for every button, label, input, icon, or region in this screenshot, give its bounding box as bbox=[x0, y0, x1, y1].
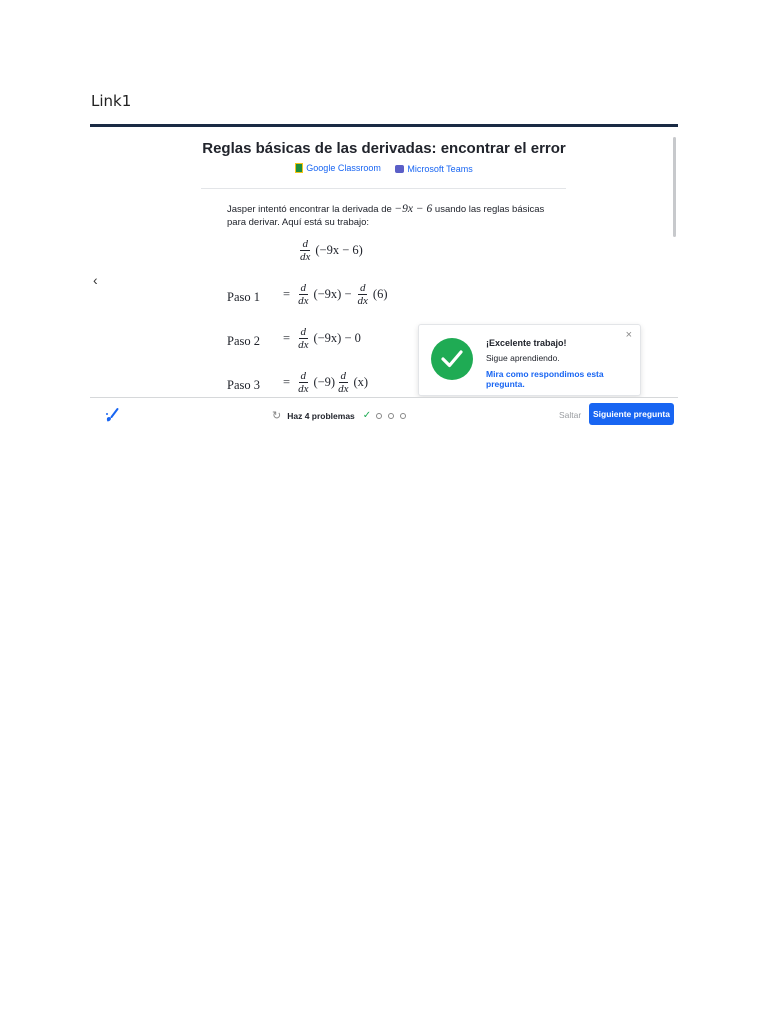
exercise-title: Reglas básicas de las derivadas: encontr… bbox=[202, 140, 566, 157]
success-toast: ¡Excelente trabajo! Sigue aprendiendo. M… bbox=[418, 324, 641, 396]
progress-label: Haz 4 problemas bbox=[287, 410, 355, 421]
derivative-operator: d dx bbox=[338, 370, 349, 395]
google-classroom-icon bbox=[295, 163, 304, 173]
microsoft-teams-label: Microsoft Teams bbox=[407, 164, 473, 174]
next-question-button[interactable]: Siguiente pregunta bbox=[589, 403, 674, 425]
progress-indicator: ↻ Haz 4 problemas ✓ bbox=[272, 409, 412, 422]
document-link-label: Link1 bbox=[91, 92, 132, 110]
derivative-operator: d dx bbox=[357, 282, 368, 307]
exercise-screenshot: ‹ Reglas básicas de las derivadas: encon… bbox=[90, 124, 678, 434]
exercise-content: ‹ Reglas básicas de las derivadas: encon… bbox=[90, 127, 678, 398]
step-2-expression: = d dx (−9x) − 0 bbox=[283, 326, 361, 351]
toast-subtitle: Sigue aprendiendo. bbox=[486, 353, 560, 363]
checkmark-icon bbox=[431, 338, 473, 380]
divider bbox=[201, 188, 566, 189]
google-classroom-label: Google Classroom bbox=[306, 163, 381, 173]
google-classroom-link[interactable]: Google Classroom bbox=[295, 163, 381, 173]
step-2-label: Paso 2 bbox=[227, 334, 260, 348]
progress-step-pending bbox=[400, 412, 407, 419]
problem-statement: Jasper intentó encontrar la derivada de … bbox=[227, 203, 547, 229]
derivative-operator: d dx bbox=[300, 238, 311, 263]
share-row: Google Classroom Microsoft Teams bbox=[90, 163, 678, 175]
see-solution-link[interactable]: Mira como respondimos esta pregunta. bbox=[486, 369, 640, 389]
refresh-icon[interactable]: ↻ bbox=[272, 409, 281, 422]
prompt-math: −9x − 6 bbox=[394, 203, 433, 215]
step-3-expression: = d dx (−9) d dx (x) bbox=[283, 370, 369, 395]
prompt-before: Jasper intentó encontrar la derivada de bbox=[227, 204, 395, 215]
progress-step-pending bbox=[388, 412, 395, 419]
initial-expression: d dx (−9x − 6) bbox=[300, 238, 363, 263]
exercise-footer: ↻ Haz 4 problemas ✓ Saltar Siguiente pre… bbox=[90, 397, 678, 434]
microsoft-teams-link[interactable]: Microsoft Teams bbox=[395, 164, 473, 174]
microsoft-teams-icon bbox=[395, 165, 405, 173]
scratchpad-brush-icon[interactable] bbox=[104, 407, 120, 423]
chevron-left-icon[interactable]: ‹ bbox=[93, 273, 107, 287]
derivative-operator: d dx bbox=[298, 370, 309, 395]
skip-button[interactable]: Saltar bbox=[559, 410, 581, 420]
derivative-operator: d dx bbox=[298, 326, 309, 351]
close-icon[interactable]: × bbox=[626, 329, 632, 341]
step-1-label: Paso 1 bbox=[227, 290, 260, 304]
progress-step-done: ✓ bbox=[362, 410, 372, 421]
step-1-expression: = d dx (−9x) − d dx (6) bbox=[283, 282, 388, 307]
progress-step-pending bbox=[376, 412, 383, 419]
step-3-label: Paso 3 bbox=[227, 378, 260, 392]
derivative-operator: d dx bbox=[298, 282, 309, 307]
toast-title: ¡Excelente trabajo! bbox=[486, 338, 567, 348]
